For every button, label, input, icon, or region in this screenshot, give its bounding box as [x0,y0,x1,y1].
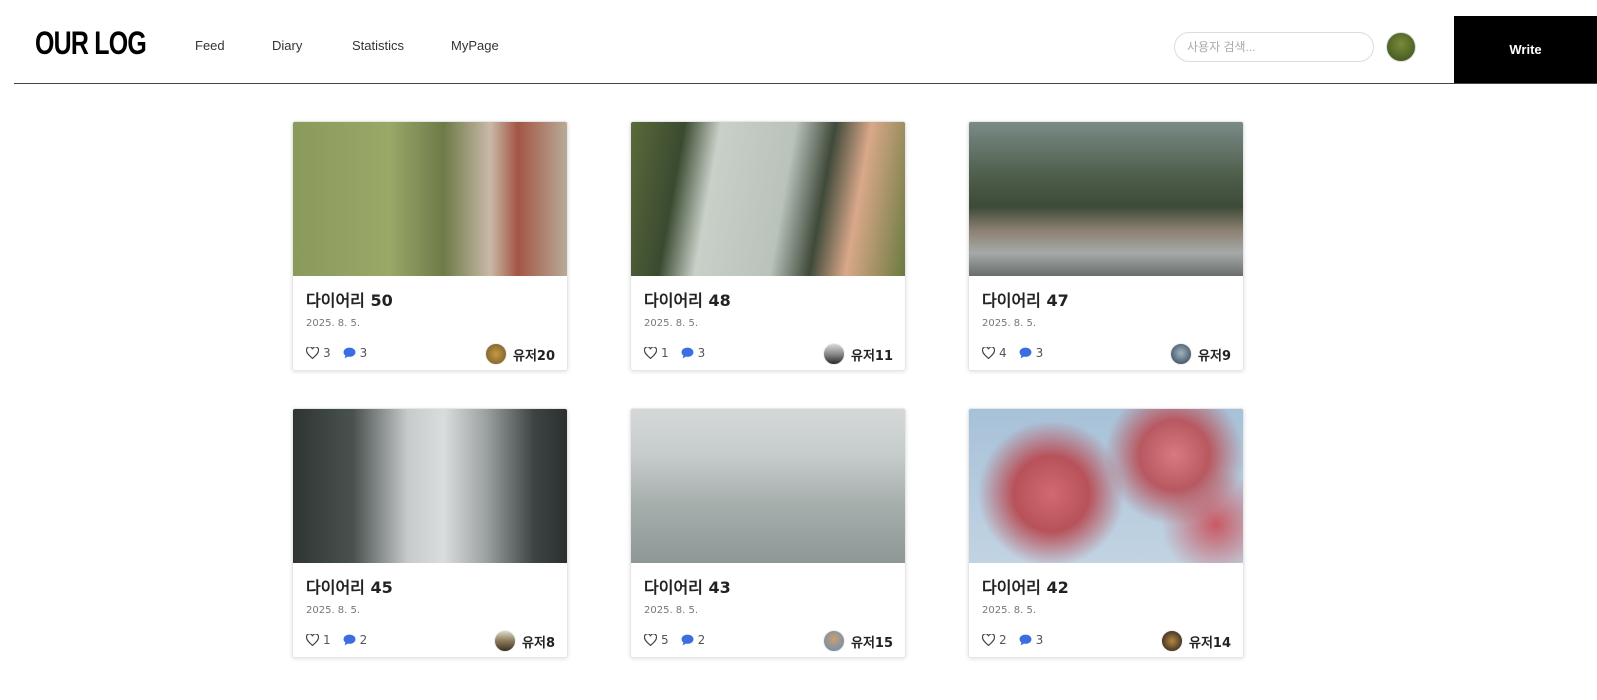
site-logo[interactable]: OUR LOG [35,26,147,60]
comment-count[interactable]: 2 [343,633,368,647]
like-count[interactable]: 5 [644,633,669,647]
diary-stats: 2 3 [982,633,1055,647]
diary-stats: 5 2 [644,633,717,647]
diary-card[interactable]: 다이어리 48 2025. 8. 5. 1 3 유저11 [630,121,906,371]
author-avatar [494,630,517,652]
comment-count[interactable]: 3 [343,346,368,360]
speech-bubble-icon [1019,347,1032,359]
diary-thumbnail [631,122,905,276]
speech-bubble-icon [1019,634,1032,646]
diary-thumbnail [293,122,567,276]
comment-count[interactable]: 3 [1019,346,1044,360]
heart-outline-icon [644,634,657,646]
diary-title: 다이어리 45 [306,578,393,597]
diary-card[interactable]: 다이어리 50 2025. 8. 5. 3 3 유저20 [292,121,568,371]
speech-bubble-icon [681,634,694,646]
diary-title: 다이어리 42 [982,578,1069,597]
author-avatar [822,343,845,365]
like-count[interactable]: 2 [982,633,1007,647]
speech-bubble-icon [343,634,356,646]
diary-date: 2025. 8. 5. [644,318,699,329]
diary-card[interactable]: 다이어리 42 2025. 8. 5. 2 3 유저14 [968,408,1244,658]
diary-card[interactable]: 다이어리 47 2025. 8. 5. 4 3 유저9 [968,121,1244,371]
like-count-value: 1 [661,346,669,360]
author-info[interactable]: 유저14 [1160,630,1231,652]
heart-outline-icon [982,634,995,646]
heart-outline-icon [306,634,319,646]
diary-stats: 4 3 [982,346,1055,360]
comment-count-value: 3 [1035,346,1044,360]
author-info[interactable]: 유저8 [494,630,555,652]
like-count-value: 3 [323,346,331,360]
comment-count-value: 2 [359,633,368,647]
diary-thumbnail [631,409,905,563]
author-name: 유저8 [522,635,555,651]
comment-count-value: 2 [697,633,706,647]
heart-outline-icon [982,347,995,359]
author-info[interactable]: 유저11 [822,343,893,365]
author-name: 유저11 [850,348,893,364]
diary-thumbnail [969,409,1243,563]
diary-title: 다이어리 47 [982,291,1069,310]
diary-title: 다이어리 48 [644,291,731,310]
author-name: 유저9 [1198,348,1231,364]
author-avatar [822,630,845,652]
user-search-input[interactable] [1174,32,1374,62]
diary-thumbnail [969,122,1243,276]
like-count-value: 4 [999,346,1007,360]
author-avatar [1160,630,1183,652]
author-info[interactable]: 유저15 [822,630,893,652]
nav-diary[interactable]: Diary [272,38,302,53]
author-avatar [484,343,507,365]
heart-outline-icon [306,347,319,359]
nav-statistics[interactable]: Statistics [352,38,404,53]
comment-count[interactable]: 3 [681,346,706,360]
heart-outline-icon [644,347,657,359]
author-name: 유저20 [512,348,555,364]
like-count-value: 5 [661,633,669,647]
like-count[interactable]: 1 [644,346,669,360]
like-count-value: 1 [323,633,331,647]
like-count[interactable]: 1 [306,633,331,647]
comment-count[interactable]: 2 [681,633,706,647]
comment-count-value: 3 [359,346,368,360]
author-name: 유저15 [850,635,893,651]
user-avatar[interactable] [1386,32,1416,62]
diary-date: 2025. 8. 5. [306,318,361,329]
diary-date: 2025. 8. 5. [644,605,699,616]
write-button[interactable]: Write [1454,16,1597,83]
like-count-value: 2 [999,633,1007,647]
like-count[interactable]: 4 [982,346,1007,360]
diary-title: 다이어리 43 [644,578,731,597]
diary-stats: 3 3 [306,346,379,360]
nav-feed[interactable]: Feed [195,38,225,53]
author-info[interactable]: 유저9 [1170,343,1231,365]
diary-card[interactable]: 다이어리 43 2025. 8. 5. 5 2 유저15 [630,408,906,658]
diary-date: 2025. 8. 5. [982,605,1037,616]
diary-title: 다이어리 50 [306,291,393,310]
speech-bubble-icon [681,347,694,359]
comment-count[interactable]: 3 [1019,633,1044,647]
diary-date: 2025. 8. 5. [982,318,1037,329]
diary-stats: 1 2 [306,633,379,647]
speech-bubble-icon [343,347,356,359]
top-header: OUR LOG Feed Diary Statistics MyPage Wri… [14,16,1597,84]
diary-card[interactable]: 다이어리 45 2025. 8. 5. 1 2 유저8 [292,408,568,658]
author-name: 유저14 [1188,635,1231,651]
diary-stats: 1 3 [644,346,717,360]
nav-mypage[interactable]: MyPage [451,38,499,53]
comment-count-value: 3 [697,346,706,360]
diary-date: 2025. 8. 5. [306,605,361,616]
diary-thumbnail [293,409,567,563]
author-avatar [1170,343,1193,365]
like-count[interactable]: 3 [306,346,331,360]
comment-count-value: 3 [1035,633,1044,647]
author-info[interactable]: 유저20 [484,343,555,365]
